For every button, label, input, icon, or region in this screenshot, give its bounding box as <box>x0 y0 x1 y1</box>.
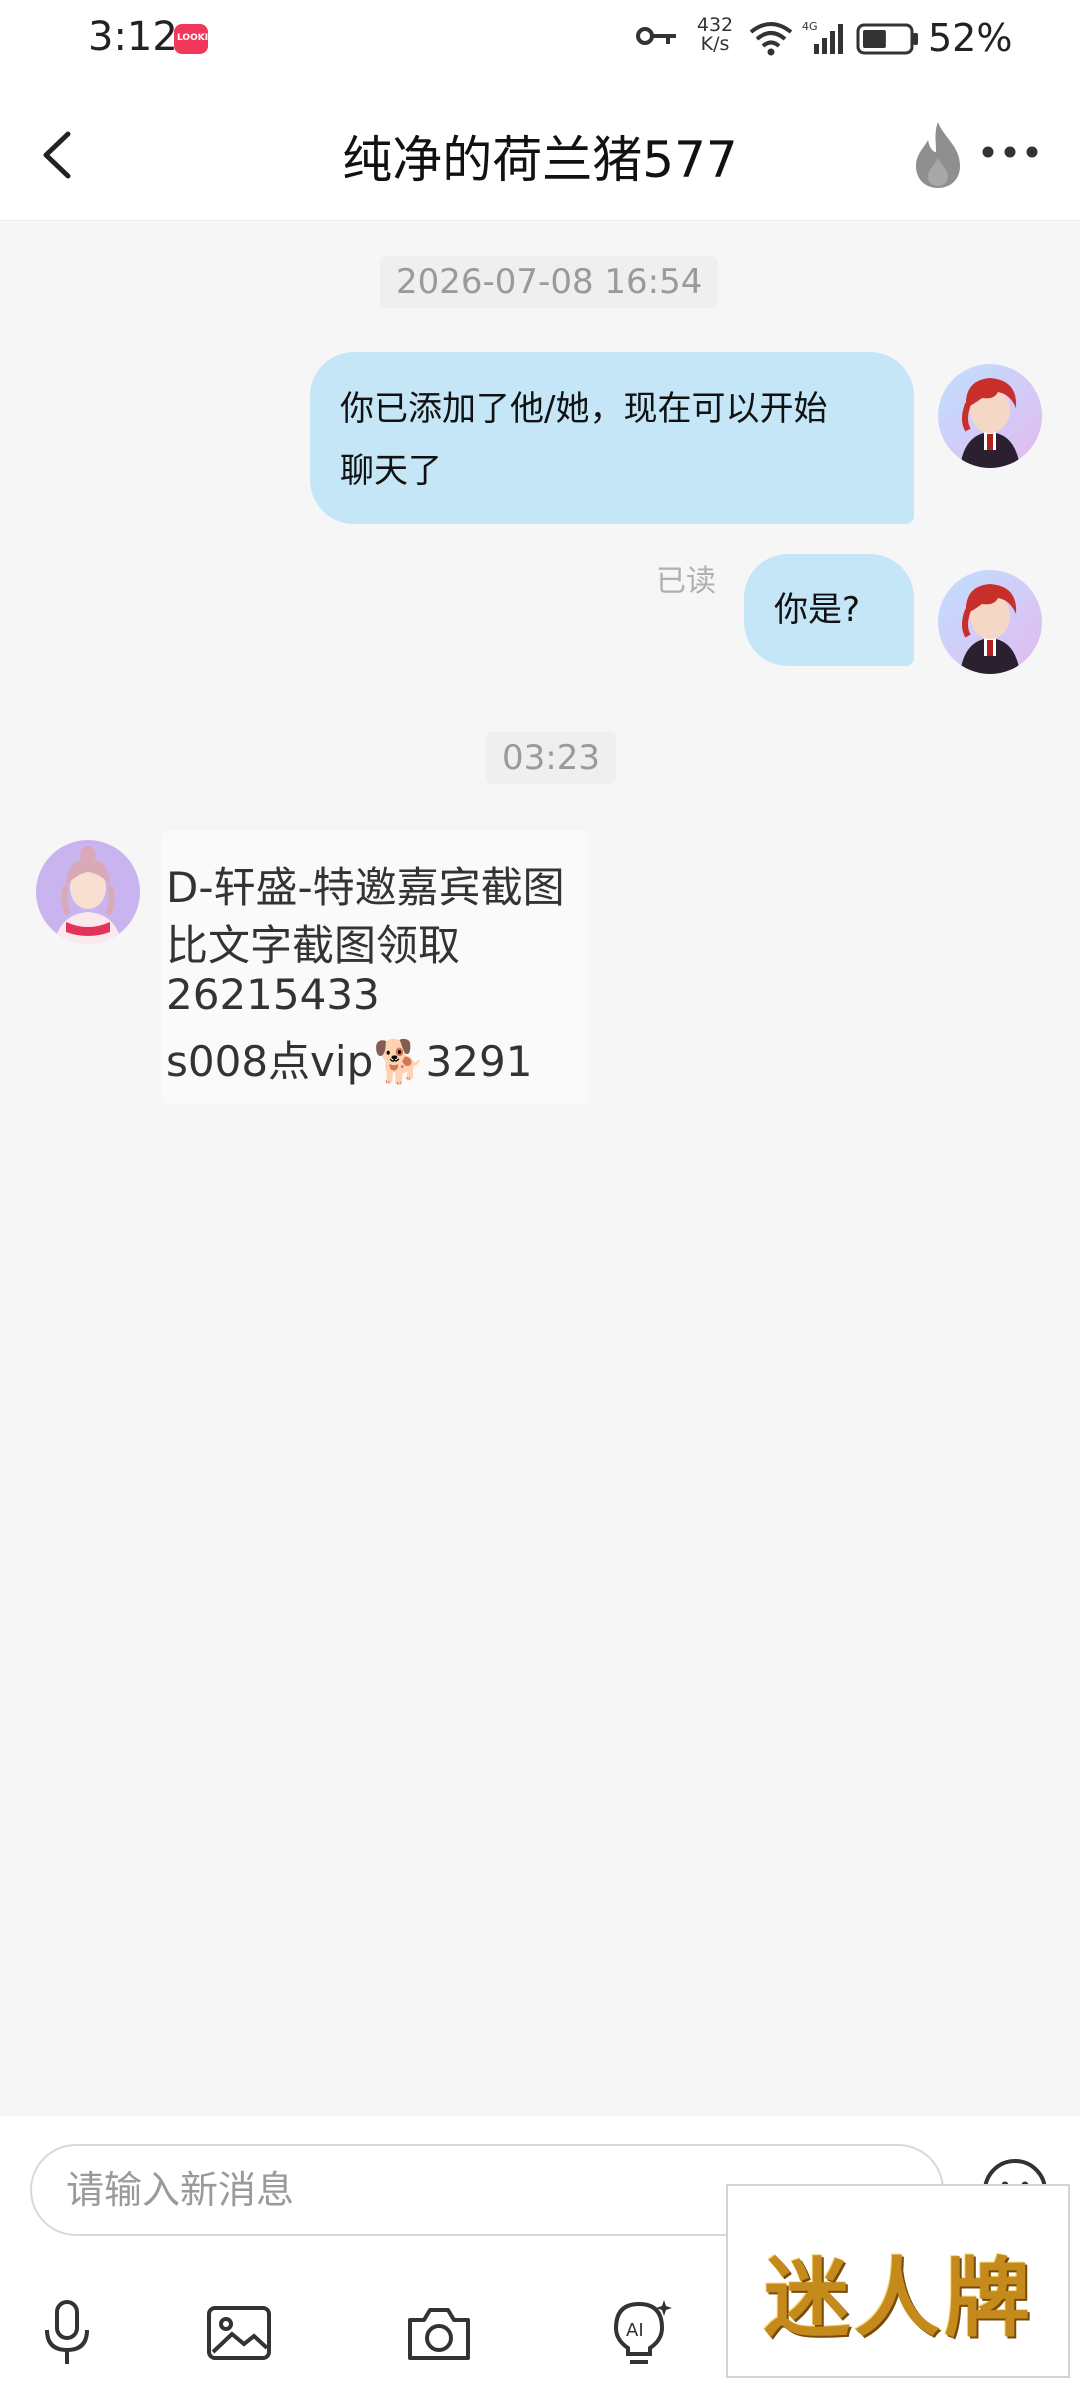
ad-overlay[interactable]: 迷人牌 <box>726 2184 1070 2378</box>
cellular-signal-icon: 4G <box>802 20 843 54</box>
battery-percentage: 52% <box>928 16 1013 60</box>
image-message[interactable]: D-轩盛-特邀嘉宾截图 比文字截图领取 26215433 s008点vip🐕32… <box>162 830 588 1104</box>
image-text-line: 比文字截图领取 <box>166 921 461 970</box>
sent-message-bubble[interactable]: 你已添加了他/她，现在可以开始 聊天了 <box>310 352 914 524</box>
message-text-line: 聊天了 <box>340 451 442 491</box>
my-avatar[interactable] <box>938 570 1042 674</box>
app-notification-icon: LOOKIN <box>174 24 216 54</box>
timestamp: 03:23 <box>486 732 616 784</box>
wifi-icon <box>749 22 793 56</box>
contact-avatar[interactable] <box>36 840 140 944</box>
fire-icon[interactable] <box>910 118 966 190</box>
image-icon[interactable] <box>204 2298 274 2368</box>
image-text-line: s008点vip🐕3291 <box>166 1037 533 1086</box>
microphone-icon[interactable] <box>32 2298 102 2368</box>
back-button[interactable] <box>28 120 88 190</box>
ad-logo-text: 迷人牌 <box>764 2248 1034 2349</box>
ai-bulb-icon[interactable]: AI <box>604 2298 674 2368</box>
clock: 3:12 <box>88 14 178 60</box>
status-bar: 3:12 LOOKIN 432 K/s 4G 52% <box>0 0 1080 84</box>
more-options-button[interactable] <box>978 132 1042 172</box>
chat-title: 纯净的荷兰猪577 <box>342 131 738 189</box>
sent-message-bubble[interactable]: 你是? <box>744 554 914 666</box>
network-type-label: 4G <box>802 20 818 33</box>
my-avatar[interactable] <box>938 364 1042 468</box>
timestamp: 2026-07-08 16:54 <box>380 256 719 308</box>
chat-header: 纯净的荷兰猪577 <box>0 84 1080 221</box>
message-text: 你是? <box>774 590 861 630</box>
network-speed: 432 K/s <box>696 14 734 55</box>
image-text-line: D-轩盛-特邀嘉宾截图 <box>166 863 565 912</box>
vpn-key-icon <box>636 27 676 45</box>
svg-text:AI: AI <box>626 2320 644 2341</box>
input-placeholder: 请输入新消息 <box>66 2168 295 2212</box>
read-receipt: 已读 <box>656 564 716 599</box>
message-text-line: 你已添加了他/她，现在可以开始 <box>340 389 828 429</box>
camera-icon[interactable] <box>404 2298 474 2368</box>
image-text-line: 26215433 <box>166 970 380 1019</box>
battery-icon <box>856 23 918 55</box>
